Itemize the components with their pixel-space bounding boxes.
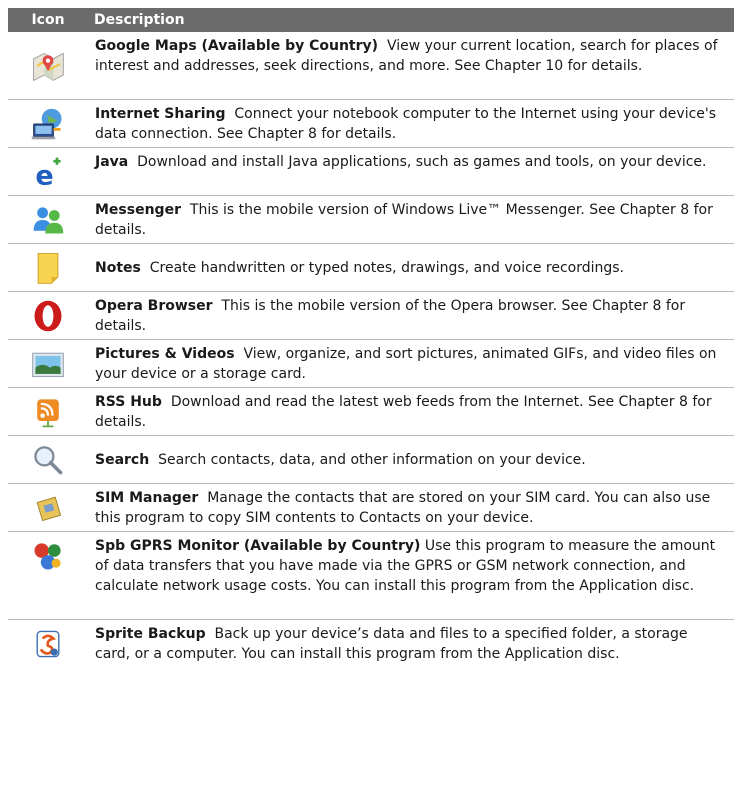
- icon-cell: [8, 32, 88, 99]
- table-row: Google Maps (Available by Country) View …: [8, 32, 734, 100]
- table-row: Opera Browser This is the mobile version…: [8, 292, 734, 340]
- table-row: Pictures & Videos View, organize, and so…: [8, 340, 734, 388]
- app-name: Sprite Backup: [95, 626, 206, 642]
- notes-icon: [37, 252, 59, 284]
- app-name: Google Maps (Available by Country): [95, 38, 379, 54]
- icon-cell: e: [8, 148, 88, 195]
- table-row: SIM Manager Manage the contacts that are…: [8, 484, 734, 532]
- icon-cell: [8, 292, 88, 339]
- internet-sharing-icon: [31, 108, 62, 139]
- table-row: e Java Download and install Java applica…: [8, 148, 734, 196]
- opera-icon: [34, 300, 62, 331]
- app-name: Messenger: [95, 202, 181, 218]
- icon-cell: [8, 340, 88, 387]
- sim-manager-icon: [36, 496, 62, 521]
- table-row: Spb GPRS Monitor (Available by Country) …: [8, 532, 734, 620]
- app-name: Java: [95, 154, 129, 170]
- gprs-monitor-icon: [34, 543, 61, 570]
- icon-cell: [8, 196, 88, 243]
- table-header: Icon Description: [8, 8, 734, 32]
- table-row: Notes Create handwritten or typed notes,…: [8, 244, 734, 292]
- app-name: RSS Hub: [95, 394, 162, 410]
- app-name: SIM Manager: [95, 490, 199, 506]
- icon-cell: [8, 388, 88, 435]
- app-description: Download and install Java applications, …: [137, 154, 707, 170]
- google-maps-icon: [33, 52, 64, 81]
- app-name: Spb GPRS Monitor (Available by Country): [95, 538, 421, 554]
- table-row: Search Search contacts, data, and other …: [8, 436, 734, 484]
- rss-icon: [37, 398, 59, 427]
- app-description: This is the mobile version of Windows Li…: [95, 202, 713, 238]
- app-name: Search: [95, 451, 150, 468]
- description-column-header: Description: [94, 12, 185, 28]
- table-row: Sprite Backup Back up your device’s data…: [8, 620, 734, 668]
- icon-cell: [8, 620, 88, 668]
- app-name: Pictures & Videos: [95, 346, 235, 362]
- app-description: Create handwritten or typed notes, drawi…: [149, 259, 624, 276]
- app-description: Download and read the latest web feeds f…: [95, 394, 712, 430]
- app-description: Search contacts, data, and other informa…: [158, 451, 586, 468]
- java-icon: e: [35, 157, 61, 190]
- apps-table: Icon Description Google Maps (Available …: [8, 8, 734, 668]
- icon-cell: [8, 100, 88, 147]
- svg-text:e: e: [35, 160, 53, 189]
- pictures-videos-icon: [32, 352, 64, 377]
- app-name: Internet Sharing: [95, 106, 226, 122]
- messenger-icon: [33, 206, 64, 233]
- table-row: Messenger This is the mobile version of …: [8, 196, 734, 244]
- app-name: Opera Browser: [95, 298, 213, 314]
- table-row: RSS Hub Download and read the latest web…: [8, 388, 734, 436]
- search-icon: [34, 445, 63, 474]
- icon-cell: [8, 484, 88, 531]
- icon-column-header: Icon: [31, 12, 65, 28]
- table-row: Internet Sharing Connect your notebook c…: [8, 100, 734, 148]
- icon-cell: [8, 532, 88, 619]
- icon-cell: [8, 244, 88, 291]
- icon-cell: [8, 436, 88, 483]
- sprite-backup-icon: [36, 630, 60, 658]
- app-name: Notes: [95, 259, 141, 276]
